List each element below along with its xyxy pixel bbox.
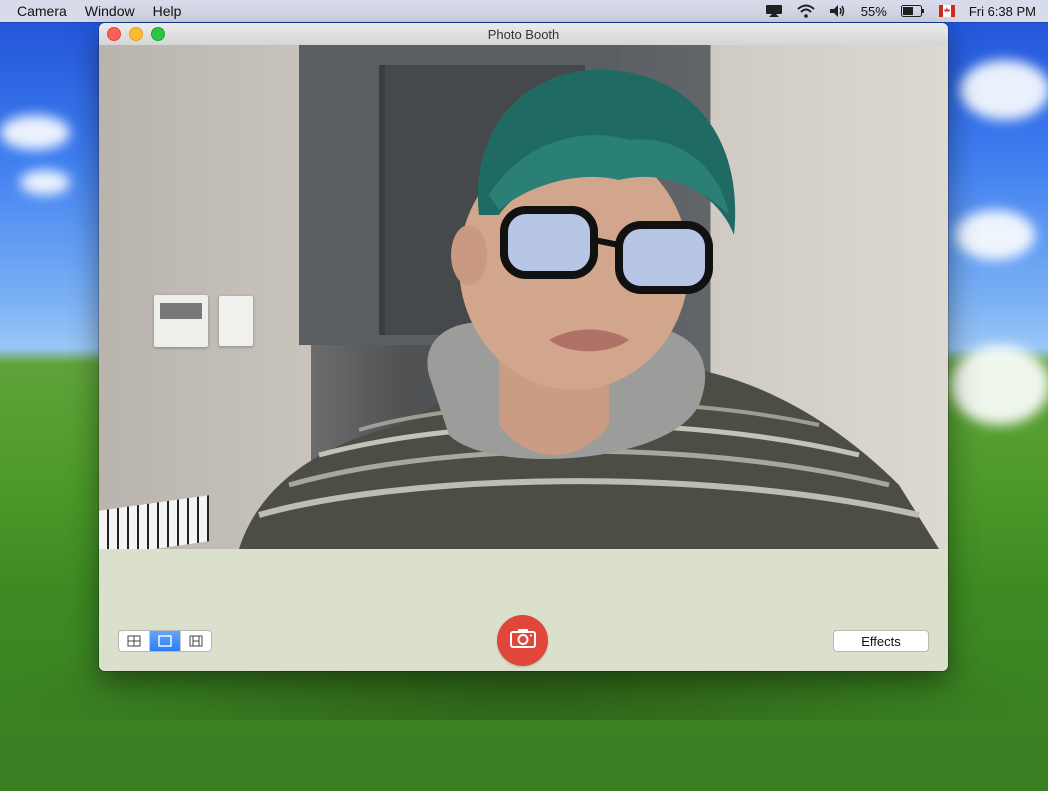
take-photo-button[interactable]: [497, 615, 548, 666]
menu-bar-status: 55% Fri 6:38 PM: [765, 4, 1048, 19]
wallpaper-cloud: [960, 60, 1048, 120]
window-titlebar[interactable]: Photo Booth: [99, 23, 948, 46]
camera-icon: [509, 628, 536, 653]
menu-clock[interactable]: Fri 6:38 PM: [969, 4, 1036, 19]
wallpaper-cloud: [20, 170, 70, 195]
menu-help[interactable]: Help: [153, 3, 182, 19]
wallpaper-cloud: [0, 115, 70, 150]
photo-booth-window: Photo Booth Effects: [99, 23, 948, 671]
effects-button[interactable]: Effects: [833, 630, 929, 652]
menu-camera[interactable]: Camera: [17, 3, 67, 19]
battery-icon[interactable]: [900, 5, 925, 17]
menu-bar: Camera Window Help 55% Fri 6:38 PM: [0, 0, 1048, 22]
wallpaper-cloud: [955, 210, 1035, 260]
menu-window[interactable]: Window: [85, 3, 135, 19]
single-photo-icon[interactable]: [150, 631, 181, 651]
four-up-grid-icon[interactable]: [119, 631, 150, 651]
video-filmstrip-icon[interactable]: [181, 631, 211, 651]
wallpaper-cloud: [950, 345, 1048, 425]
volume-icon[interactable]: [829, 4, 847, 18]
canada-flag-icon[interactable]: [938, 5, 955, 17]
battery-percent[interactable]: 55%: [861, 4, 887, 19]
airplay-icon[interactable]: [765, 4, 783, 18]
menu-bar-left: Camera Window Help: [0, 3, 190, 19]
wifi-icon[interactable]: [797, 4, 815, 18]
layout-mode-selector: [118, 630, 212, 652]
person-in-preview: [239, 69, 939, 549]
window-title: Photo Booth: [487, 26, 560, 42]
camera-preview: [99, 45, 948, 549]
piano-keys: [99, 495, 209, 549]
control-bar: Effects: [99, 549, 948, 671]
